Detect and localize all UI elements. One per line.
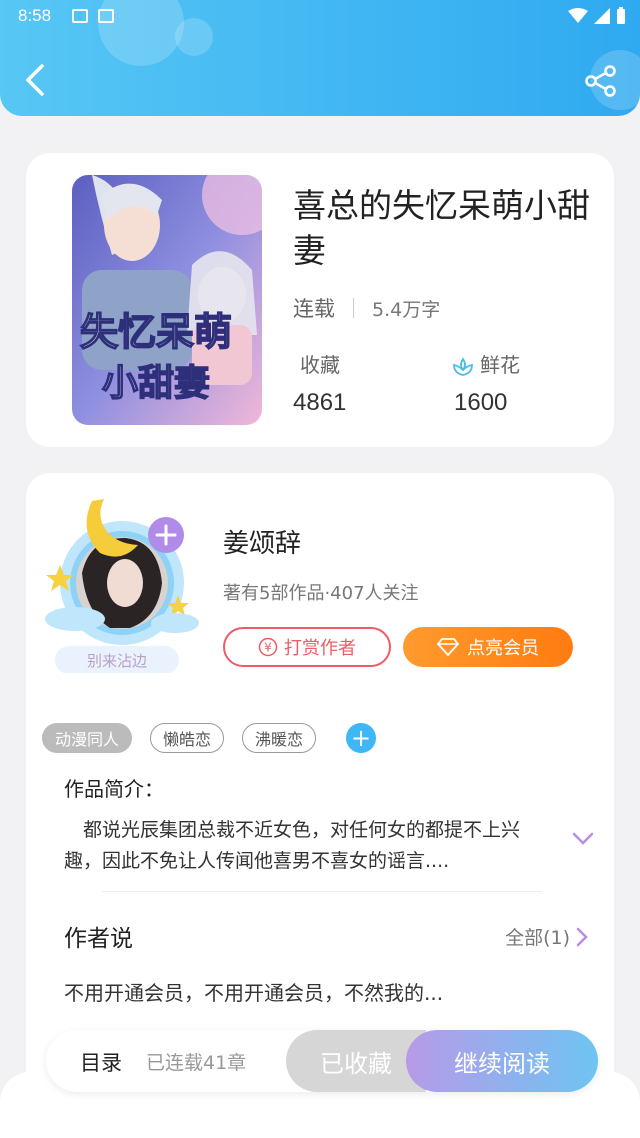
word-count: 5.4万字 (372, 298, 441, 321)
toc-button[interactable]: 目录 (80, 1047, 122, 1077)
book-title: 喜总的失忆呆萌小甜妻 (293, 186, 590, 270)
signal-icon (594, 8, 610, 24)
author-name[interactable]: 姜颂辞 (223, 523, 301, 560)
intro-text: 都说光辰集团总裁不近女色，对任何女的都提不上兴趣，因此不免让人传闻他喜男不喜女的… (64, 819, 521, 872)
author-say-all-label: 全部(1) (505, 927, 570, 949)
divider (102, 891, 542, 892)
status-bar: 8:58 (0, 0, 640, 34)
chapter-count: 已连载41章 (146, 1052, 247, 1074)
reward-author-button[interactable]: ¥ 打赏作者 (223, 627, 391, 667)
author-badge: 别来沾边 (86, 651, 147, 670)
svg-text:小甜妻: 小甜妻 (102, 363, 210, 404)
diamond-icon (437, 638, 459, 656)
app-notification-icon (98, 9, 114, 23)
flower-icon (453, 356, 473, 376)
divider (353, 298, 354, 318)
collect-count: 4861 (293, 389, 347, 416)
flower-stat[interactable]: 鲜花 (452, 349, 520, 378)
tag-item[interactable]: 动漫同人 (42, 723, 133, 753)
wifi-icon (568, 8, 588, 23)
author-say-heading: 作者说 (64, 926, 133, 952)
collected-button[interactable]: 已收藏 (286, 1030, 426, 1092)
author-say-all-link[interactable]: 全部(1) (505, 923, 588, 950)
book-cover[interactable]: 失忆呆萌 小甜妻 (72, 175, 262, 425)
collect-label: 收藏 (300, 353, 340, 377)
tag-item[interactable]: 沸暖恋 (242, 723, 317, 753)
tag-list: 动漫同人 懒皓恋 沸暖恋 + (42, 723, 377, 753)
intro-heading: 作品简介： (64, 777, 164, 801)
author-avatar[interactable]: 别来沾边 (30, 483, 210, 674)
book-cover-illustration: 失忆呆萌 小甜妻 (72, 175, 262, 425)
book-meta: 连载 5.4万字 (293, 293, 440, 323)
chevron-right-icon (576, 927, 588, 946)
vip-label: 点亮会员 (467, 638, 539, 659)
book-status: 连载 (293, 297, 335, 321)
tag-item[interactable]: 懒皓恋 (150, 723, 225, 753)
yen-coin-icon: ¥ (258, 637, 278, 657)
svg-text:¥: ¥ (264, 641, 272, 655)
battery-icon (617, 7, 625, 24)
share-icon[interactable] (584, 64, 618, 98)
bottom-action-bar: 目录 已连载41章 已收藏 继续阅读 (46, 1030, 598, 1092)
chevron-down-icon[interactable] (571, 831, 595, 847)
image-notification-icon (72, 9, 88, 23)
flower-count: 1600 (454, 389, 508, 416)
author-say-text: 不用开通会员，不用开通会员，不然我的... (64, 981, 444, 1005)
svg-text:失忆呆萌: 失忆呆萌 (80, 310, 232, 354)
add-tag-button[interactable]: + (346, 723, 377, 753)
continue-reading-button[interactable]: 继续阅读 (406, 1030, 598, 1092)
flower-label: 鲜花 (480, 353, 520, 377)
status-time: 8:58 (18, 6, 52, 25)
vip-button[interactable]: 点亮会员 (403, 627, 573, 667)
top-header: 8:58 (0, 0, 640, 116)
book-info-card: 失忆呆萌 小甜妻 喜总的失忆呆萌小甜妻 连载 5.4万字 收藏 4861 鲜花 … (26, 153, 614, 447)
author-stats: 著有5部作品·407人关注 (223, 583, 419, 604)
reward-label: 打赏作者 (284, 638, 356, 659)
back-arrow-icon[interactable] (22, 62, 52, 98)
